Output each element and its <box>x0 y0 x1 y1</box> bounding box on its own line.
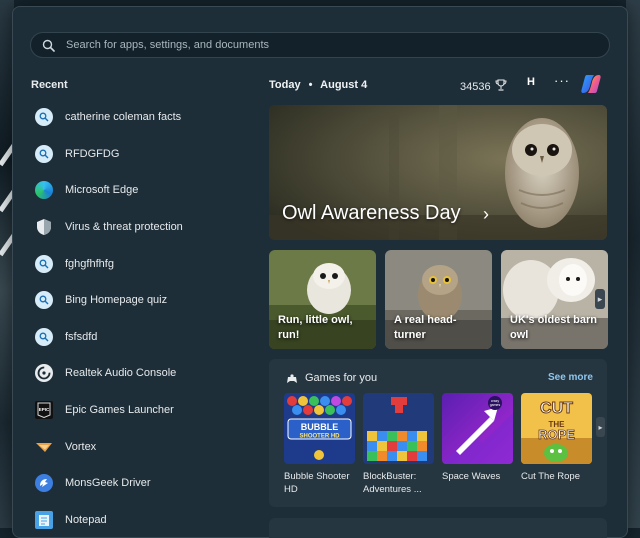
game-tile[interactable]: crazy games Space Waves <box>442 393 513 483</box>
svg-text:BUBBLE: BUBBLE <box>301 422 339 432</box>
search-icon <box>35 144 53 163</box>
svg-text:games: games <box>490 403 501 407</box>
hero-title: Owl Awareness Day <box>282 202 461 224</box>
hero-card-owl-awareness-day[interactable]: Owl Awareness Day › <box>269 105 607 240</box>
next-section-peek <box>269 518 607 538</box>
recent-item[interactable]: MonsGeek Driver <box>35 465 255 502</box>
recent-item-label: Realtek Audio Console <box>65 367 177 380</box>
recent-item[interactable]: Virus & threat protection <box>35 209 255 246</box>
notepad-icon <box>35 510 53 529</box>
game-thumbnail: BUBBLE SHOOTER HD <box>284 393 355 464</box>
shield-icon <box>35 218 53 236</box>
games-heading: Games for you <box>305 372 378 384</box>
recent-item[interactable]: Realtek Audio Console <box>35 355 255 392</box>
story-card[interactable]: UK's oldest barn owl <box>501 250 608 349</box>
recent-item-label: catherine coleman facts <box>65 111 182 124</box>
story-card-title: UK's oldest barn owl <box>510 314 597 341</box>
recent-item[interactable]: Microsoft Edge <box>35 172 255 209</box>
game-thumbnail: CUT THE ROPE <box>521 393 592 464</box>
rewards-points[interactable]: 34536 <box>460 79 507 94</box>
recent-item-label: Notepad <box>65 513 107 526</box>
points-value: 34536 <box>460 80 491 93</box>
search-input[interactable] <box>64 38 588 52</box>
date-label: August 4 <box>320 79 368 91</box>
game-tile[interactable]: BUBBLE SHOOTER HD Bubble Shooter HD <box>284 393 355 496</box>
recent-heading: Recent <box>31 79 68 91</box>
vortex-icon <box>35 438 53 456</box>
recent-item[interactable]: Notepad <box>35 502 255 538</box>
recent-item[interactable]: EPIC Epic Games Launcher <box>35 392 255 429</box>
recent-item[interactable]: fghgfhfhfg <box>35 245 255 282</box>
recent-item[interactable]: fsfsdfd <box>35 319 255 356</box>
game-name: Bubble Shooter HD <box>284 471 350 495</box>
search-icon <box>35 254 53 273</box>
chevron-right-icon: › <box>483 204 489 224</box>
account-avatar[interactable]: H <box>524 76 538 88</box>
svg-text:EPIC: EPIC <box>39 407 50 412</box>
recent-item-label: Epic Games Launcher <box>65 404 174 417</box>
search-icon <box>42 38 56 52</box>
recent-item[interactable]: Vortex <box>35 428 255 465</box>
recent-item[interactable]: Bing Homepage quiz <box>35 282 255 319</box>
game-thumbnail: crazy games <box>442 393 513 464</box>
more-options-button[interactable]: ··· <box>554 73 570 88</box>
game-name: Space Waves <box>442 471 501 482</box>
search-icon <box>35 327 53 346</box>
recent-item-label: RFDGFDG <box>65 147 120 160</box>
start-menu-panel: Recent catherine coleman facts RFDGFDG M… <box>12 6 628 538</box>
game-thumbnail <box>363 393 434 464</box>
game-tile[interactable]: CUT THE ROPE Cut The Rope <box>521 393 592 483</box>
rewards-trophy-icon <box>495 79 507 94</box>
realtek-icon <box>35 364 53 383</box>
copilot-icon[interactable] <box>579 72 603 96</box>
recent-item[interactable]: RFDGFDG <box>35 136 255 173</box>
svg-text:ROPE: ROPE <box>538 427 575 442</box>
story-card-title: A real head-turner <box>394 314 457 341</box>
next-games-arrow-icon[interactable]: ▸ <box>596 417 605 437</box>
search-icon <box>35 291 53 310</box>
date-separator: • <box>308 79 313 91</box>
svg-text:SHOOTER HD: SHOOTER HD <box>299 434 340 440</box>
game-tile[interactable]: BlockBuster: Adventures ... <box>363 393 434 496</box>
recent-item-label: MonsGeek Driver <box>65 477 151 490</box>
today-date-heading: Today • August 4 <box>269 79 367 91</box>
story-card[interactable]: A real head-turner <box>385 250 492 349</box>
story-card[interactable]: Run, little owl, run! <box>269 250 376 349</box>
game-name: Cut The Rope <box>521 471 580 482</box>
game-controller-icon <box>286 372 298 390</box>
monsgeek-icon <box>35 474 53 493</box>
recent-item-label: fsfsdfd <box>65 330 98 343</box>
svg-text:CUT: CUT <box>540 400 573 417</box>
search-bar[interactable] <box>30 32 610 58</box>
recent-item-label: Microsoft Edge <box>65 184 139 197</box>
today-label: Today <box>269 79 301 91</box>
recent-item-label: Bing Homepage quiz <box>65 294 168 307</box>
games-for-you-section: Games for you See more BUBBLE SHOOTER HD… <box>269 359 607 507</box>
story-card-title: Run, little owl, run! <box>278 314 353 341</box>
search-icon <box>35 108 53 127</box>
recent-item-label: Virus & threat protection <box>65 221 183 234</box>
epic-games-icon: EPIC <box>35 401 53 420</box>
recent-item[interactable]: catherine coleman facts <box>35 99 255 136</box>
see-more-link[interactable]: See more <box>548 372 593 383</box>
recent-item-label: fghgfhfhfg <box>65 257 114 270</box>
recent-list: catherine coleman facts RFDGFDG Microsof… <box>35 99 255 538</box>
recent-item-label: Vortex <box>65 440 97 453</box>
edge-icon <box>35 181 53 200</box>
desktop-wallpaper-right <box>626 0 640 528</box>
next-stories-arrow-icon[interactable]: ▸ <box>595 289 605 309</box>
game-name: BlockBuster: Adventures ... <box>363 471 422 495</box>
